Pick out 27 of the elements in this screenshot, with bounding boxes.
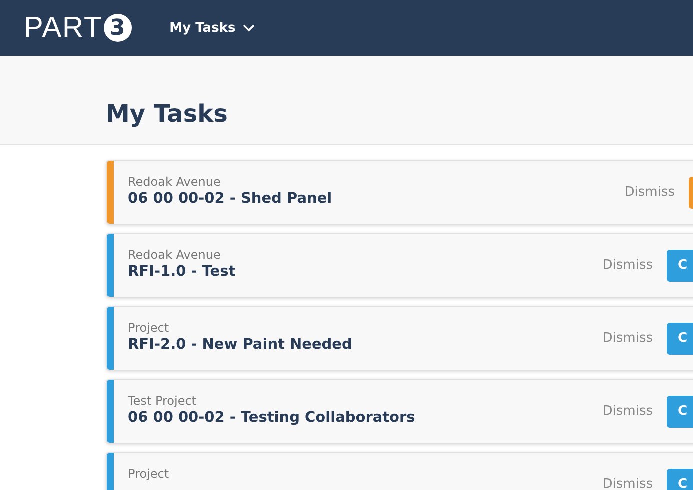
action-button[interactable]: C: [667, 468, 693, 490]
task-title: RFI-1.0 - Test: [128, 264, 237, 280]
dismiss-button[interactable]: Dismiss: [602, 404, 653, 419]
logo[interactable]: PART 3: [24, 12, 132, 44]
task-card[interactable]: Project Dismiss C: [106, 452, 693, 490]
action-button[interactable]: C: [667, 250, 693, 282]
project-name: Project: [128, 321, 170, 335]
dismiss-button[interactable]: Dismiss: [624, 185, 675, 200]
action-button[interactable]: C: [667, 396, 693, 428]
task-card[interactable]: Project RFI-2.0 - New Paint Needed Dismiss C: [106, 306, 693, 371]
dismiss-button[interactable]: Dismiss: [602, 477, 653, 490]
project-name: Redoak Avenue: [128, 248, 222, 262]
task-title: RFI-2.0 - New Paint Needed: [128, 337, 354, 353]
nav-dropdown[interactable]: My Tasks: [170, 20, 255, 36]
task-title: 06 00 00-02 - Testing Collaborators: [128, 410, 416, 426]
chevron-down-icon: [242, 24, 255, 32]
project-name: Test Project: [128, 394, 198, 408]
project-name: Redoak Avenue: [128, 175, 222, 189]
action-button[interactable]: C: [667, 322, 693, 354]
page-title: My Tasks: [106, 100, 228, 128]
task-card[interactable]: Redoak Avenue RFI-1.0 - Test Dismiss C: [106, 233, 693, 298]
task-card[interactable]: Redoak Avenue 06 00 00-02 - Shed Panel Dismiss: [106, 160, 693, 225]
dismiss-button[interactable]: Dismiss: [602, 331, 653, 346]
dismiss-button[interactable]: Dismiss: [602, 258, 653, 273]
task-card[interactable]: Test Project 06 00 00-02 - Testing Collaborators Dismiss C: [106, 379, 693, 444]
project-name: Project: [128, 467, 170, 481]
task-title: 06 00 00-02 - Shed Panel: [128, 191, 334, 207]
